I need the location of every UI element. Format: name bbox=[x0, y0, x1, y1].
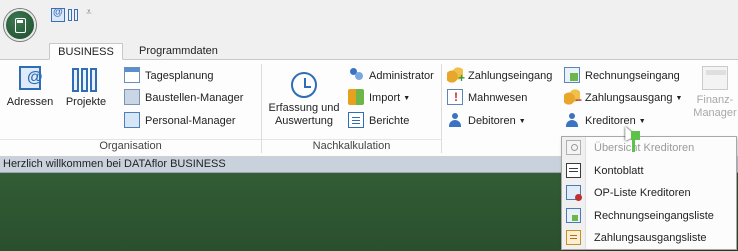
menu-item-label: Kontoblatt bbox=[594, 165, 644, 177]
chevron-down-icon: ▼ bbox=[675, 95, 683, 102]
administrator-label: Administrator bbox=[369, 70, 434, 82]
customize-toolbar-dropdown-icon[interactable]: ⩡ bbox=[86, 7, 92, 18]
group-nachkalkulation: Erfassung und Auswertung Administrator I… bbox=[262, 64, 442, 153]
tab-business[interactable]: BUSINESS bbox=[49, 43, 123, 60]
personal-manager-button[interactable]: Personal-Manager bbox=[124, 112, 236, 132]
baustellen-manager-button[interactable]: Baustellen-Manager bbox=[124, 89, 243, 109]
ledger-icon bbox=[566, 163, 581, 178]
person-icon bbox=[447, 112, 463, 128]
berichte-label: Berichte bbox=[369, 115, 410, 127]
rechnungseingang-button[interactable]: Rechnungseingang bbox=[564, 67, 680, 87]
zahlungsausgang-button[interactable]: Zahlungsausgang▼ bbox=[564, 89, 682, 109]
zahlungseingang-label: Zahlungseingang bbox=[468, 70, 553, 82]
finanz-manager-button[interactable]: Finanz- Manager bbox=[692, 66, 738, 120]
erfassung-label-line1: Erfassung und bbox=[268, 102, 340, 114]
import-button[interactable]: Import ▼ bbox=[348, 89, 410, 109]
cursor-marker-icon bbox=[632, 138, 635, 152]
tab-programmdaten[interactable]: Programmdaten bbox=[133, 43, 224, 60]
users-icon bbox=[348, 67, 364, 83]
rechnungseingang-label: Rechnungseingang bbox=[585, 70, 680, 82]
invoice-in-icon bbox=[564, 67, 580, 84]
chevron-down-icon: ▼ bbox=[638, 118, 646, 125]
chevron-down-icon: ▼ bbox=[403, 95, 411, 102]
group-label-nachkalkulation: Nachkalkulation bbox=[262, 139, 441, 153]
projekte-label: Projekte bbox=[65, 96, 107, 108]
coins-minus-icon bbox=[564, 89, 582, 109]
finanz-manager-label-line2: Manager bbox=[693, 107, 737, 119]
administrator-button[interactable]: Administrator bbox=[348, 67, 434, 87]
clock-icon bbox=[291, 72, 317, 98]
zahlungseingang-button[interactable]: Zahlungseingang bbox=[447, 67, 552, 87]
open-items-icon bbox=[566, 185, 582, 201]
person-icon bbox=[564, 112, 580, 128]
import-label: Import bbox=[369, 92, 401, 104]
projekte-button[interactable]: Projekte bbox=[59, 66, 113, 109]
reminder-icon bbox=[447, 89, 463, 106]
mahnwesen-button[interactable]: Mahnwesen bbox=[447, 89, 527, 109]
address-quick-icon[interactable] bbox=[51, 7, 65, 22]
menu-item-zahlungsausgangsliste[interactable]: Zahlungsausgangsliste bbox=[562, 227, 736, 249]
application-menu-button[interactable] bbox=[4, 9, 36, 41]
finanz-manager-label-line1: Finanz- bbox=[696, 94, 734, 106]
adressen-label: Adressen bbox=[6, 96, 54, 108]
calculator-icon bbox=[702, 66, 728, 90]
chevron-down-icon: ▼ bbox=[518, 118, 526, 125]
menu-item-uebersicht-kreditoren[interactable]: Übersicht Kreditoren bbox=[562, 137, 736, 159]
group-label-organisation: Organisation bbox=[0, 139, 261, 153]
menu-item-label: Zahlungsausgangsliste bbox=[594, 232, 707, 244]
import-icon bbox=[348, 89, 364, 106]
baustellen-manager-label: Baustellen-Manager bbox=[145, 92, 244, 104]
group-organisation: Adressen Projekte Tagesplanung Baustelle… bbox=[0, 64, 262, 153]
ribbon-tabs: BUSINESS Programmdaten bbox=[0, 40, 738, 60]
adressen-button[interactable]: Adressen bbox=[4, 66, 56, 109]
payment-list-icon bbox=[566, 230, 581, 245]
menu-item-rechnungseingangsliste[interactable]: Rechnungseingangsliste bbox=[562, 205, 736, 227]
personal-manager-label: Personal-Manager bbox=[145, 115, 236, 127]
debitoren-button[interactable]: Debitoren ▼ bbox=[447, 112, 526, 132]
projects-quick-icon[interactable] bbox=[67, 8, 81, 22]
tagesplanung-label: Tagesplanung bbox=[145, 70, 214, 82]
erfassung-label-line2: Auswertung bbox=[274, 115, 334, 127]
menu-item-op-liste-kreditoren[interactable]: OP-Liste Kreditoren bbox=[562, 182, 736, 204]
erfassung-auswertung-button[interactable]: Erfassung und Auswertung bbox=[264, 66, 344, 128]
mahnwesen-label: Mahnwesen bbox=[468, 92, 528, 104]
calendar-icon bbox=[124, 67, 140, 84]
quick-access-toolbar: ⩡ bbox=[0, 0, 738, 40]
tagesplanung-button[interactable]: Tagesplanung bbox=[124, 67, 214, 87]
invoice-list-icon bbox=[566, 208, 581, 223]
projects-icon bbox=[72, 66, 100, 92]
menu-item-label: Übersicht Kreditoren bbox=[594, 142, 695, 154]
construction-site-icon bbox=[124, 89, 140, 106]
kreditoren-dropdown-menu: Übersicht Kreditoren Kontoblatt OP-Liste… bbox=[561, 136, 737, 250]
address-book-icon bbox=[19, 66, 43, 90]
zahlungsausgang-label: Zahlungsausgang bbox=[585, 92, 673, 104]
report-icon bbox=[348, 112, 364, 129]
staff-icon bbox=[124, 112, 140, 129]
menu-item-label: OP-Liste Kreditoren bbox=[594, 187, 691, 199]
debitoren-label: Debitoren bbox=[468, 115, 516, 127]
menu-item-label: Rechnungseingangsliste bbox=[594, 210, 714, 222]
menu-item-kontoblatt[interactable]: Kontoblatt bbox=[562, 160, 736, 182]
coins-plus-icon bbox=[447, 67, 465, 87]
calculator-icon bbox=[15, 18, 26, 33]
search-list-icon bbox=[566, 140, 581, 155]
berichte-button[interactable]: Berichte bbox=[348, 112, 409, 132]
